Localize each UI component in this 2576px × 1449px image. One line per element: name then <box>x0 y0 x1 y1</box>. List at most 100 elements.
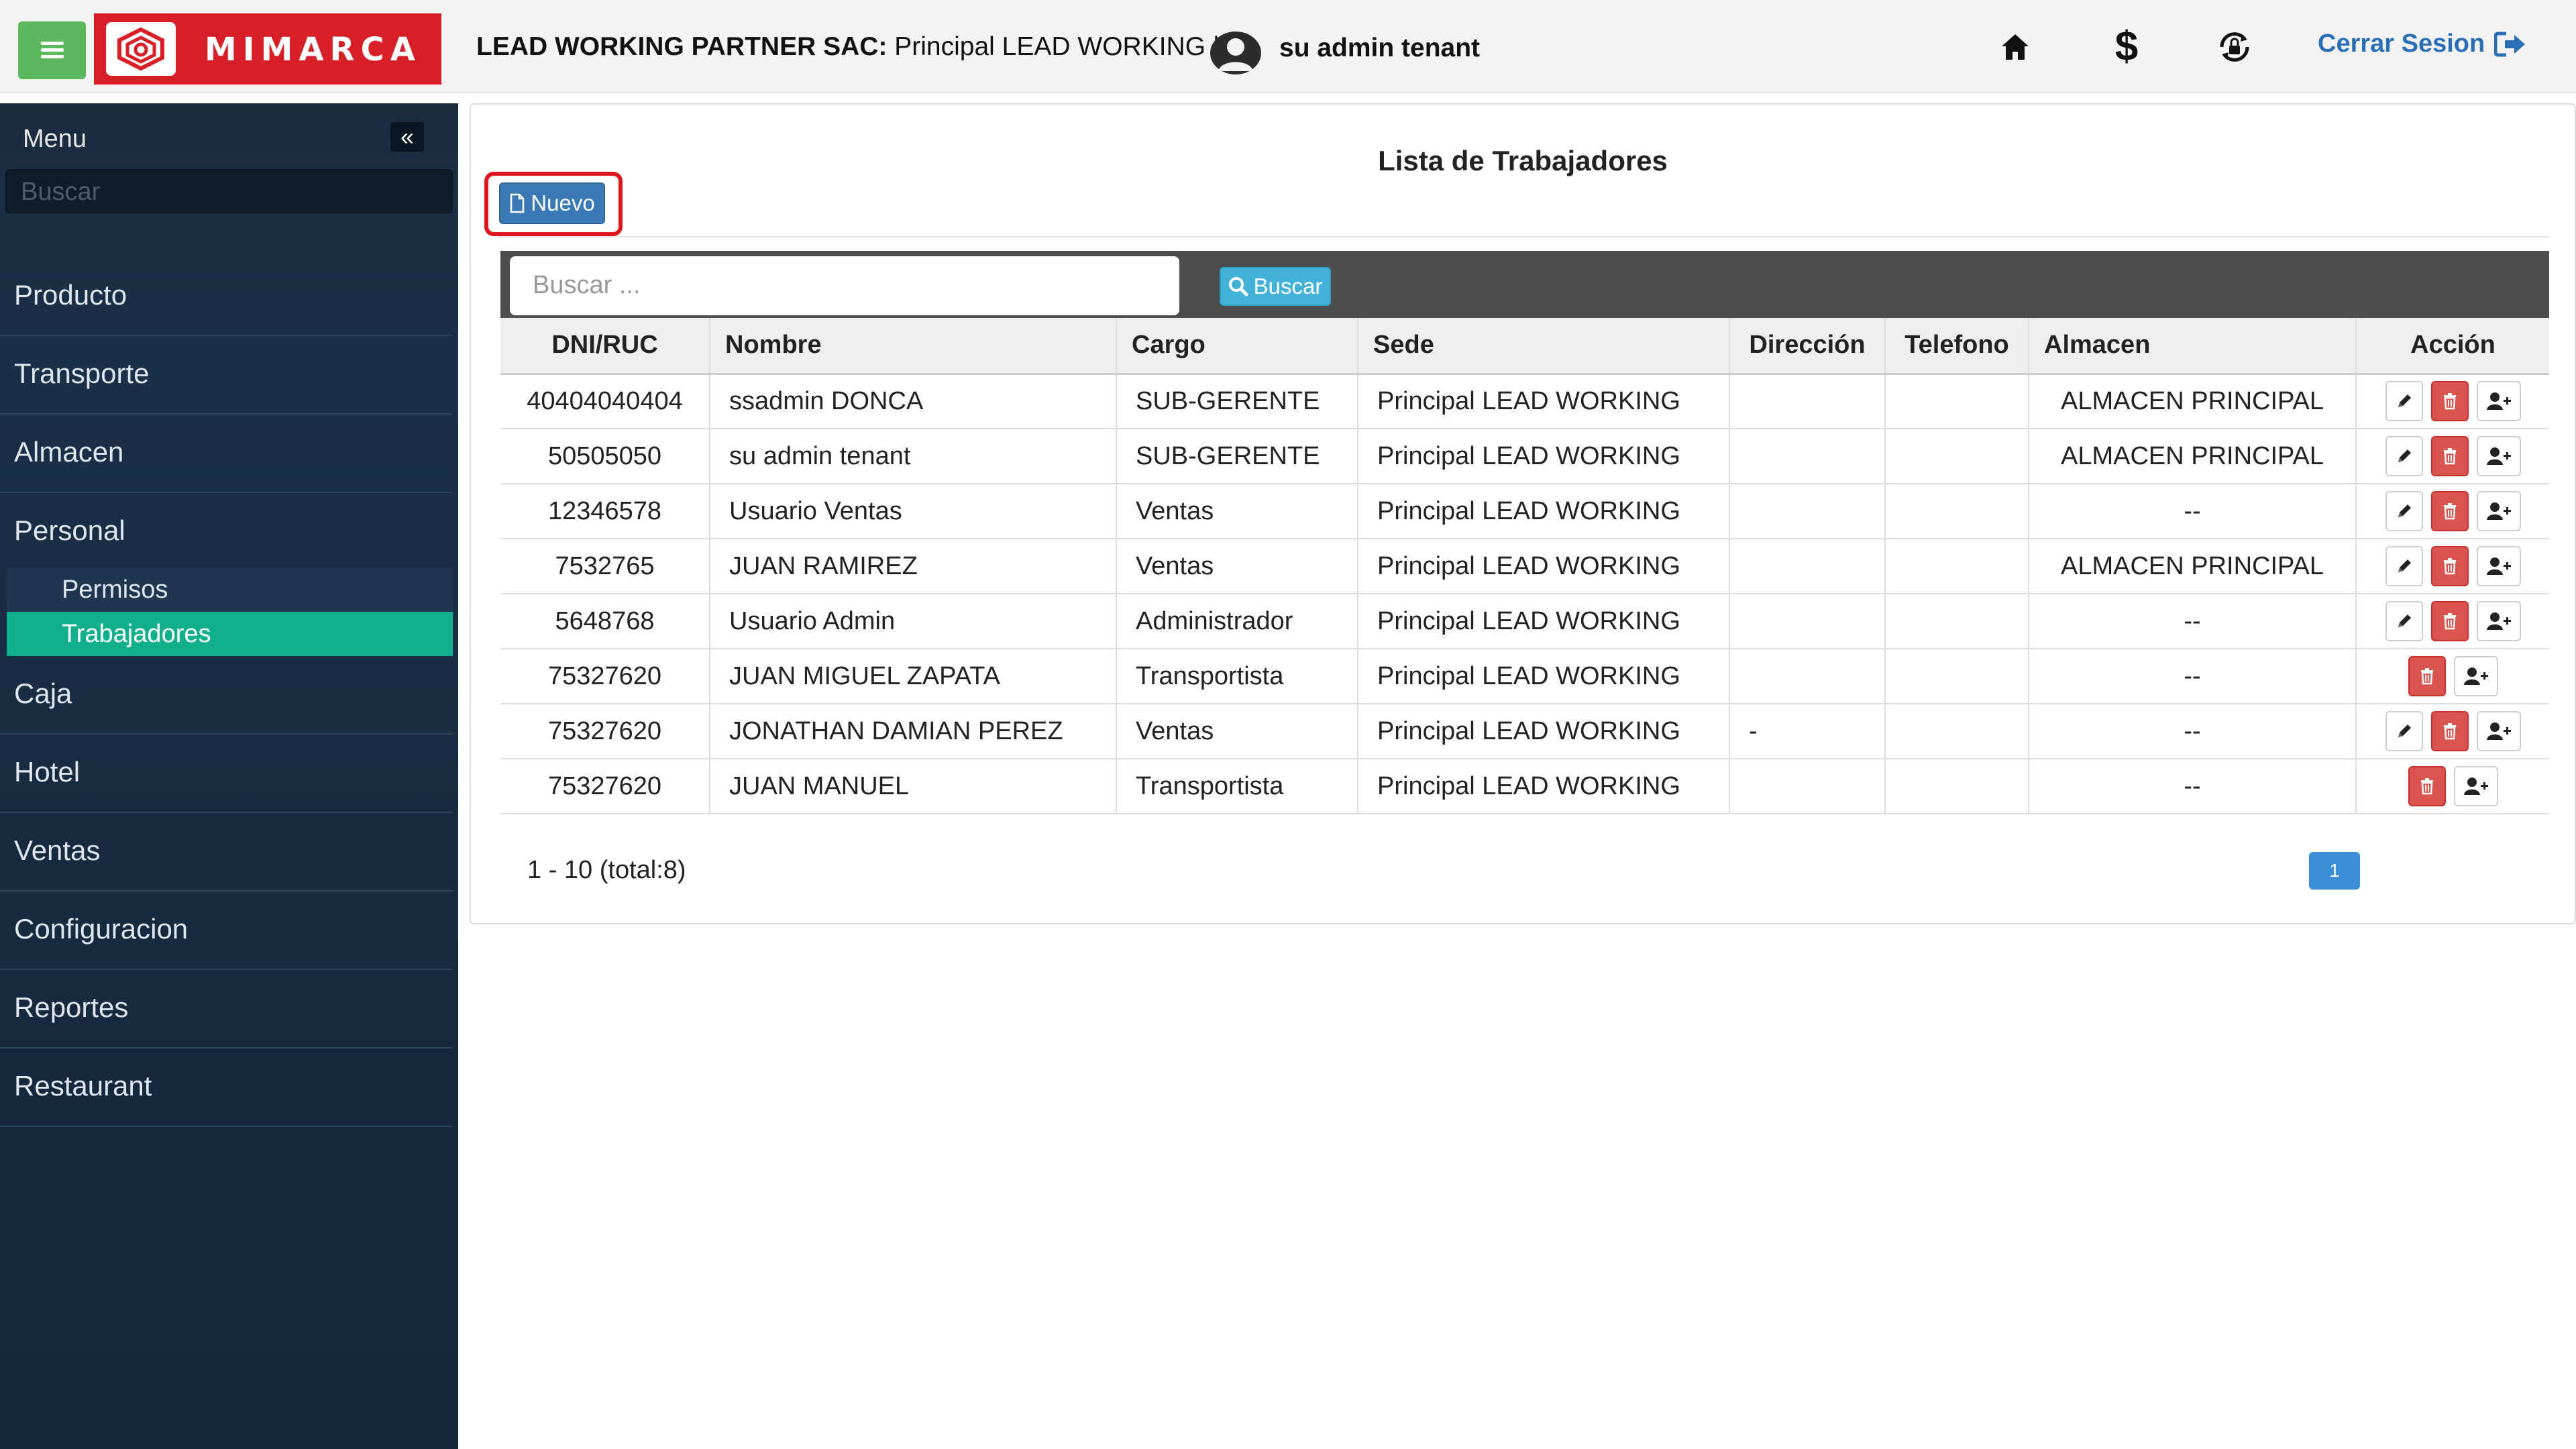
cell-cargo: Transportista <box>1116 649 1358 704</box>
cell-telefono <box>1885 429 2029 484</box>
trash-icon <box>2420 667 2434 685</box>
table-row: 7532765 JUAN RAMIREZ Ventas Principal LEAD … <box>500 539 2549 594</box>
cell-dni: 50505050 <box>500 429 710 484</box>
main-panel: Lista de Trabajadores Nuevo Buscar ... B… <box>470 103 2576 924</box>
cell-actions <box>2356 649 2549 704</box>
assign-user-button[interactable] <box>2476 381 2521 422</box>
search-button[interactable]: Buscar <box>1220 267 1331 306</box>
menu-toggle-button[interactable] <box>18 21 86 79</box>
edit-button[interactable] <box>2385 381 2423 422</box>
assign-user-button[interactable] <box>2476 491 2521 531</box>
search-input[interactable]: Buscar ... <box>510 256 1179 315</box>
sidebar-item-hotel[interactable]: Hotel <box>0 735 453 813</box>
cell-cargo: Ventas <box>1116 704 1358 759</box>
sidebar-item-ventas[interactable]: Ventas <box>0 813 453 892</box>
assign-user-button[interactable] <box>2476 436 2521 476</box>
column-header-dni[interactable]: DNI/RUC <box>500 318 710 375</box>
dollar-icon[interactable]: $ <box>2109 25 2144 68</box>
cell-almacen: -- <box>2029 759 2357 814</box>
brand-name: MIMARCA <box>205 31 421 68</box>
sidebar-item-configuracion[interactable]: Configuracion <box>0 892 453 970</box>
sidebar-item-producto[interactable]: Producto <box>0 258 453 336</box>
cell-actions <box>2356 539 2549 594</box>
edit-button[interactable] <box>2385 491 2423 531</box>
cell-dni: 75327620 <box>500 649 710 704</box>
edit-button[interactable] <box>2385 436 2423 476</box>
edit-button[interactable] <box>2385 711 2423 751</box>
sidebar-item-almacen[interactable]: Almacen <box>0 415 453 493</box>
cell-cargo: SUB-GERENTE <box>1116 429 1358 484</box>
delete-button[interactable] <box>2408 656 2446 696</box>
new-button[interactable]: Nuevo <box>499 182 605 224</box>
cell-direccion <box>1729 484 1886 539</box>
sidebar-item-label: Reportes <box>14 991 129 1023</box>
logout-icon <box>2494 32 2526 56</box>
column-header-cargo[interactable]: Cargo <box>1116 318 1358 375</box>
trash-icon <box>2443 502 2457 520</box>
sidebar-item-caja[interactable]: Caja <box>0 656 453 735</box>
sidebar-search-input[interactable]: Buscar <box>5 169 453 213</box>
sidebar-subitem-label: Trabajadores <box>62 620 211 648</box>
cell-telefono <box>1885 539 2029 594</box>
brand-logo[interactable]: MIMARCA <box>94 13 441 85</box>
user-name: su admin tenant <box>1279 34 1481 62</box>
column-header-almacen[interactable]: Almacen <box>2029 318 2357 375</box>
pencil-icon <box>2396 722 2413 740</box>
assign-user-button[interactable] <box>2476 546 2521 586</box>
cell-direccion <box>1729 649 1886 704</box>
cell-cargo: Ventas <box>1116 484 1358 539</box>
table-row: 12346578 Usuario Ventas Ventas Principal LE… <box>500 484 2549 539</box>
user-plus-icon <box>2463 667 2489 686</box>
delete-button[interactable] <box>2430 491 2469 531</box>
page-button[interactable]: 1 <box>2309 852 2360 890</box>
cell-almacen: -- <box>2029 484 2357 539</box>
row-actions <box>2385 711 2521 751</box>
cell-cargo: SUB-GERENTE <box>1116 374 1358 429</box>
column-header-sede[interactable]: Sede <box>1358 318 1730 375</box>
assign-user-button[interactable] <box>2453 766 2498 806</box>
trash-icon <box>2443 447 2457 465</box>
chevron-double-left-icon[interactable]: « <box>390 122 424 152</box>
cell-nombre: JUAN MANUEL <box>710 759 1117 814</box>
table-row: 50505050 su admin tenant SUB-GERENTE Princi… <box>500 429 2549 484</box>
edit-button[interactable] <box>2385 546 2423 586</box>
avatar-icon[interactable] <box>1209 31 1263 75</box>
sidebar-item-label: Restaurant <box>14 1070 152 1102</box>
sidebar-item-label: Producto <box>14 279 127 311</box>
logout-link[interactable]: Cerrar Sesion <box>2318 30 2526 58</box>
assign-user-button[interactable] <box>2476 711 2521 751</box>
sidebar-item-label: Transporte <box>14 358 150 389</box>
sidebar-item-personal[interactable]: Personal <box>0 493 453 572</box>
delete-button[interactable] <box>2430 381 2469 422</box>
delete-button[interactable] <box>2408 766 2446 806</box>
column-header-telefono[interactable]: Telefono <box>1885 318 2029 375</box>
delete-button[interactable] <box>2430 711 2469 751</box>
assign-user-button[interactable] <box>2476 601 2521 641</box>
sidebar-item-reportes[interactable]: Reportes <box>0 970 453 1049</box>
delete-button[interactable] <box>2430 546 2469 586</box>
user-plus-icon <box>2486 447 2512 466</box>
assign-user-button[interactable] <box>2453 656 2498 696</box>
cell-direccion <box>1729 539 1886 594</box>
sidebar-subitem-permisos[interactable]: Permisos <box>7 568 453 612</box>
delete-button[interactable] <box>2430 436 2469 476</box>
sidebar-item-transporte[interactable]: Transporte <box>0 336 453 415</box>
sidebar: Menu « Buscar Producto Transporte Almace… <box>0 103 458 1449</box>
row-actions <box>2385 601 2521 641</box>
cell-almacen: ALMACEN PRINCIPAL <box>2029 539 2357 594</box>
sidebar-item-restaurant[interactable]: Restaurant <box>0 1049 453 1127</box>
user-plus-icon <box>2486 722 2512 741</box>
trash-icon <box>2443 612 2457 630</box>
cell-actions <box>2356 374 2549 429</box>
column-header-direccion[interactable]: Dirección <box>1729 318 1886 375</box>
column-header-nombre[interactable]: Nombre <box>710 318 1117 375</box>
home-icon[interactable] <box>1998 25 2033 68</box>
cell-almacen: -- <box>2029 594 2357 649</box>
lock-refresh-icon[interactable] <box>2214 25 2255 68</box>
sidebar-subitem-trabajadores[interactable]: Trabajadores <box>7 612 453 656</box>
edit-button[interactable] <box>2385 601 2423 641</box>
table-row: 40404040404 ssadmin DONCA SUB-GERENTE Princ… <box>500 374 2549 429</box>
cell-cargo: Administrador <box>1116 594 1358 649</box>
delete-button[interactable] <box>2430 601 2469 641</box>
cell-almacen: ALMACEN PRINCIPAL <box>2029 374 2357 429</box>
